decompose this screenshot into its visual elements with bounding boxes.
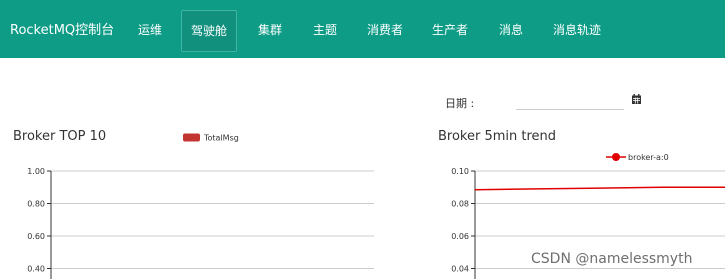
app-brand[interactable]: RocketMQ控制台 [10, 19, 114, 38]
calendar-icon[interactable] [632, 94, 641, 104]
date-input[interactable] [516, 89, 624, 110]
nav-item-dashboard[interactable]: 驾驶舱 [181, 10, 237, 52]
watermark: CSDN @namelessmyth [531, 251, 693, 267]
legend-swatch-totalmsg[interactable] [183, 133, 200, 142]
nav-item-ops[interactable]: 运维 [138, 10, 162, 52]
broker-top10-chart: TotalMsg 1.00 0.80 0.60 0.40 [27, 133, 374, 279]
legend-label-broker-a[interactable]: broker-a:0 [628, 153, 669, 162]
y-tick-label: 0.10 [451, 167, 469, 176]
y-tick-label: 0.06 [451, 232, 469, 241]
nav-item-producer[interactable]: 生产者 [432, 10, 468, 52]
nav-item-topic[interactable]: 主题 [313, 10, 337, 52]
y-tick-label: 1.00 [27, 167, 45, 176]
y-tick-label: 0.08 [451, 200, 469, 209]
nav-item-message[interactable]: 消息 [499, 10, 523, 52]
y-tick-label: 0.60 [27, 232, 45, 241]
nav-item-consumer[interactable]: 消费者 [367, 10, 403, 52]
top-navbar: RocketMQ控制台 运维 驾驶舱 集群 主题 消费者 生产者 消息 消息轨迹 [0, 0, 725, 58]
y-tick-label: 0.40 [27, 265, 45, 274]
legend-label-totalmsg[interactable]: TotalMsg [203, 134, 239, 143]
nav-item-message-trace[interactable]: 消息轨迹 [553, 10, 601, 52]
legend-marker-broker-a[interactable] [612, 153, 620, 161]
y-tick-label: 0.80 [27, 200, 45, 209]
nav-item-cluster[interactable]: 集群 [258, 10, 282, 52]
date-label: 日期 : [445, 97, 475, 110]
y-tick-label: 0.04 [451, 265, 469, 274]
series-line-broker-a [474, 186, 725, 191]
